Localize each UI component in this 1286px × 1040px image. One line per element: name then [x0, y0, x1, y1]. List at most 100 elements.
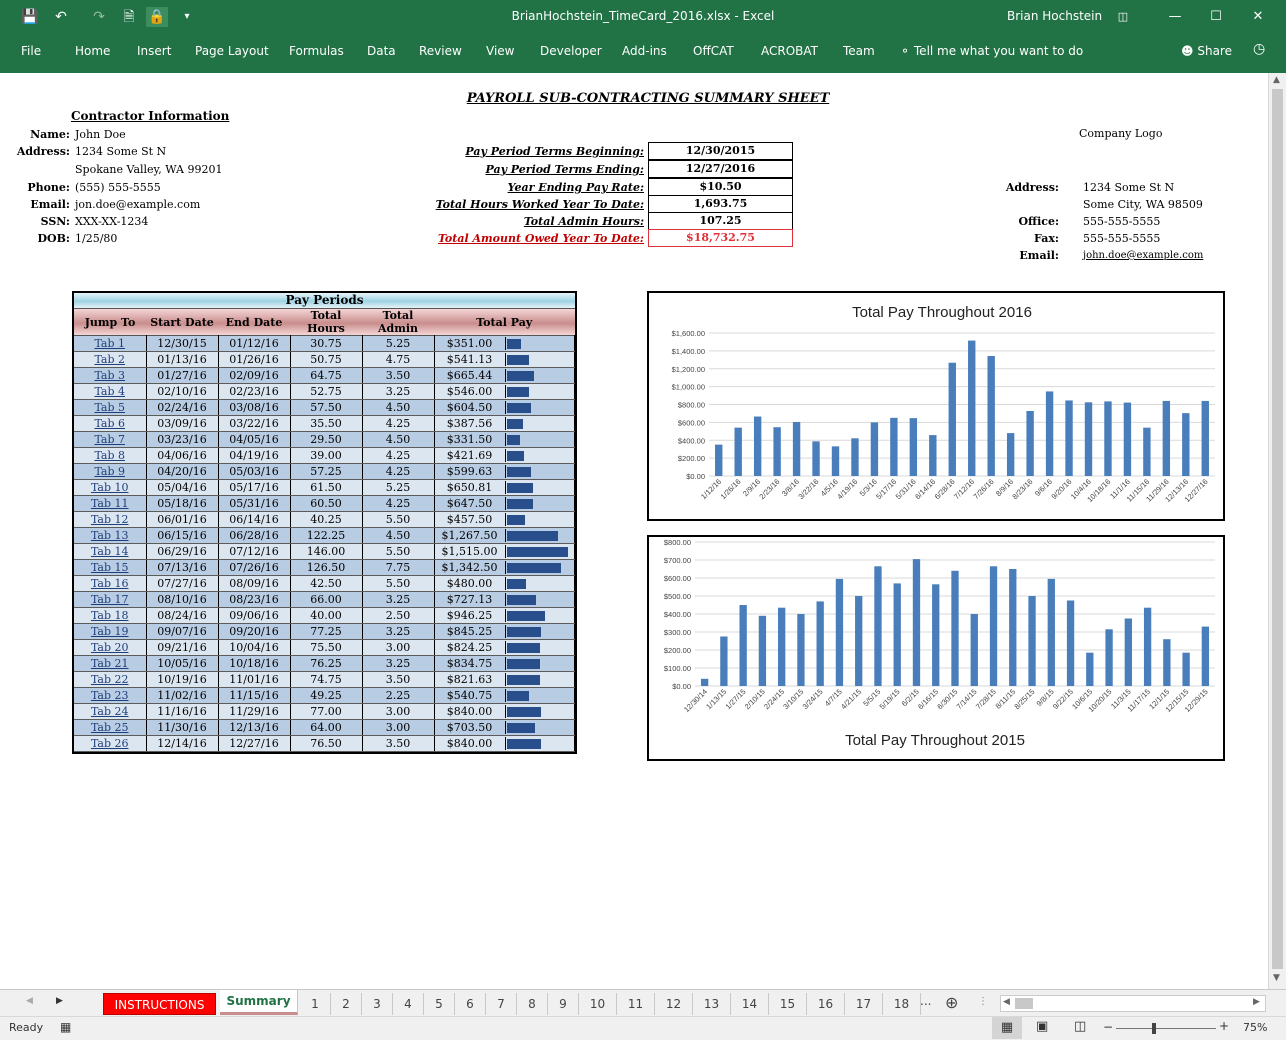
jump-link[interactable]: Tab 8: [74, 447, 147, 464]
jump-link[interactable]: Tab 9: [74, 463, 147, 480]
sheet-tab-16[interactable]: 16: [807, 993, 845, 1015]
tab-team[interactable]: Team: [843, 44, 875, 58]
jump-link[interactable]: Tab 26: [74, 735, 147, 752]
maximize-icon[interactable]: ☐: [1201, 6, 1231, 28]
vertical-scrollbar[interactable]: ▲ ▼: [1268, 73, 1286, 989]
history-icon[interactable]: ◷: [1253, 41, 1265, 57]
zoom-slider[interactable]: [1116, 1023, 1216, 1034]
sheet-tab-7[interactable]: 7: [486, 993, 517, 1015]
jump-link[interactable]: Tab 25: [74, 719, 147, 736]
new-sheet-icon[interactable]: ⊕: [945, 993, 958, 1012]
chart-2016[interactable]: $0.00 $200.00 $400.00 $600.00 $800.00 $1,000.…: [647, 291, 1225, 521]
share-button[interactable]: ☻ Share: [1181, 44, 1232, 58]
zoom-level[interactable]: 75%: [1243, 1021, 1267, 1034]
period-end-value[interactable]: 12/27/2016: [648, 160, 793, 178]
close-icon[interactable]: ✕: [1243, 6, 1273, 28]
address-line2[interactable]: Spokane Valley, WA 99201: [75, 163, 223, 176]
zoom-slider-thumb[interactable]: [1152, 1023, 1156, 1034]
jump-link[interactable]: Tab 19: [74, 623, 147, 640]
tab-review[interactable]: Review: [419, 44, 462, 58]
tab-formulas[interactable]: Formulas: [289, 44, 344, 58]
tab-developer[interactable]: Developer: [540, 44, 602, 58]
sheet-tab-13[interactable]: 13: [693, 993, 731, 1015]
sheet-tab-17[interactable]: 17: [845, 993, 883, 1015]
tab-insert[interactable]: Insert: [137, 44, 171, 58]
jump-link[interactable]: Tab 10: [74, 479, 147, 496]
jump-link[interactable]: Tab 12: [74, 511, 147, 528]
tab-file[interactable]: File: [21, 44, 41, 58]
user-name[interactable]: Brian Hochstein: [1007, 9, 1102, 23]
page-break-view-icon[interactable]: ◫: [1074, 1019, 1086, 1034]
amount-owed-value[interactable]: $18,732.75: [648, 229, 793, 247]
sheet-tab-6[interactable]: 6: [455, 993, 486, 1015]
hscroll-thumb[interactable]: [1015, 998, 1033, 1009]
sheet-tab-3[interactable]: 3: [362, 993, 393, 1015]
jump-link[interactable]: Tab 15: [74, 559, 147, 576]
ssn-value[interactable]: XXX-XX-1234: [75, 215, 148, 228]
sheet-tab-4[interactable]: 4: [393, 993, 424, 1015]
jump-link[interactable]: Tab 18: [74, 607, 147, 624]
company-address2[interactable]: Some City, WA 98509: [1083, 198, 1203, 211]
jump-link[interactable]: Tab 23: [74, 687, 147, 704]
company-email-value[interactable]: john.doe@example.com: [1083, 250, 1203, 261]
sheet-tab-8[interactable]: 8: [517, 993, 548, 1015]
sheet-tab-11[interactable]: 11: [617, 993, 655, 1015]
more-sheets[interactable]: ...: [920, 994, 931, 1008]
phone-value[interactable]: (555) 555-5555: [75, 181, 161, 194]
jump-link[interactable]: Tab 7: [74, 431, 147, 448]
scroll-down-icon[interactable]: ▼: [1273, 973, 1280, 983]
page-layout-view-icon[interactable]: ▣: [1036, 1019, 1048, 1034]
ribbon-display-icon[interactable]: ◫: [1108, 6, 1138, 28]
tab-page-layout[interactable]: Page Layout: [195, 44, 269, 58]
sheet-tab-10[interactable]: 10: [579, 993, 617, 1015]
scroll-thumb[interactable]: [1272, 89, 1283, 969]
jump-link[interactable]: Tab 20: [74, 639, 147, 656]
jump-link[interactable]: Tab 22: [74, 671, 147, 688]
jump-link[interactable]: Tab 17: [74, 591, 147, 608]
zoom-out-icon[interactable]: −: [1103, 1020, 1113, 1034]
normal-view-icon[interactable]: ▦: [992, 1017, 1022, 1039]
fax-value[interactable]: 555-555-5555: [1083, 232, 1160, 245]
scroll-up-icon[interactable]: ▲: [1273, 75, 1280, 85]
prev-sheet-icon[interactable]: ◀: [26, 996, 33, 1006]
tab-home[interactable]: Home: [75, 44, 110, 58]
sheet-tab-2[interactable]: 2: [331, 993, 362, 1015]
sheet-tab-12[interactable]: 12: [655, 993, 693, 1015]
office-value[interactable]: 555-555-5555: [1083, 215, 1160, 228]
sheet-tab-instructions[interactable]: INSTRUCTIONS: [103, 993, 216, 1015]
tab-data[interactable]: Data: [367, 44, 396, 58]
tell-me-box[interactable]: ⚬ Tell me what you want to do: [900, 44, 1083, 58]
tab-view[interactable]: View: [486, 44, 514, 58]
sheet-tab-14[interactable]: 14: [731, 993, 769, 1015]
macro-record-icon[interactable]: ▦: [60, 1020, 71, 1034]
jump-link[interactable]: Tab 4: [74, 383, 147, 400]
jump-link[interactable]: Tab 2: [74, 351, 147, 368]
horizontal-scrollbar[interactable]: ◀ ▶: [1000, 995, 1266, 1012]
pay-rate-value[interactable]: $10.50: [648, 178, 793, 196]
sheet-tab-5[interactable]: 5: [424, 993, 455, 1015]
company-address1[interactable]: 1234 Some St N: [1083, 181, 1174, 194]
scroll-left-icon[interactable]: ◀: [1003, 997, 1010, 1007]
worksheet[interactable]: PAYROLL SUB-CONTRACTING SUMMARY SHEET Co…: [0, 73, 1268, 989]
jump-link[interactable]: Tab 16: [74, 575, 147, 592]
jump-link[interactable]: Tab 1: [74, 335, 147, 352]
sheet-tab-18[interactable]: 18: [883, 993, 921, 1015]
address-line1[interactable]: 1234 Some St N: [75, 145, 166, 158]
scroll-right-icon[interactable]: ▶: [1253, 997, 1260, 1007]
jump-link[interactable]: Tab 13: [74, 527, 147, 544]
email-value[interactable]: jon.doe@example.com: [75, 198, 200, 211]
sheet-tab-15[interactable]: 15: [769, 993, 807, 1015]
jump-link[interactable]: Tab 14: [74, 543, 147, 560]
period-begin-value[interactable]: 12/30/2015: [648, 142, 793, 160]
jump-link[interactable]: Tab 5: [74, 399, 147, 416]
minimize-icon[interactable]: —: [1160, 6, 1190, 28]
jump-link[interactable]: Tab 11: [74, 495, 147, 512]
admin-hours-value[interactable]: 107.25: [648, 212, 793, 230]
name-value[interactable]: John Doe: [75, 128, 126, 141]
jump-link[interactable]: Tab 3: [74, 367, 147, 384]
tab-offcat[interactable]: OffCAT: [693, 44, 734, 58]
chart-2015[interactable]: $0.00 $100.00 $200.00 $300.00 $400.00 $500.00…: [647, 535, 1225, 761]
tab-split-handle[interactable]: ⋮: [978, 996, 988, 1007]
tab-add-ins[interactable]: Add-ins: [622, 44, 667, 58]
jump-link[interactable]: Tab 6: [74, 415, 147, 432]
